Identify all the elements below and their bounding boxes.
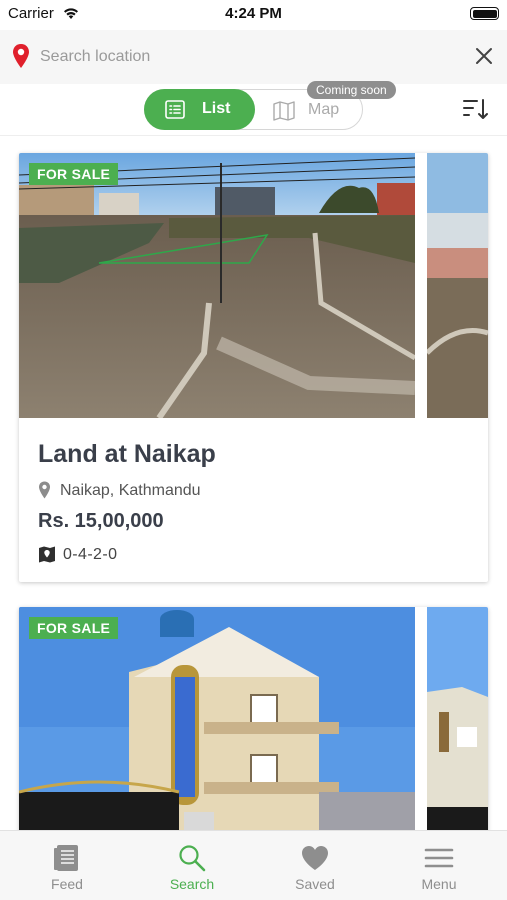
listing-photo-next[interactable] xyxy=(427,607,488,830)
sort-icon[interactable] xyxy=(463,98,489,120)
clock: 4:24 PM xyxy=(225,5,282,22)
tab-menu[interactable]: Menu xyxy=(376,831,502,900)
tab-feed[interactable]: Feed xyxy=(4,831,130,900)
tab-saved-label: Saved xyxy=(295,876,335,892)
listing-location: Naikap, Kathmandu xyxy=(60,482,201,499)
for-sale-badge: FOR SALE xyxy=(29,163,119,185)
status-bar: Carrier 4:24 PM xyxy=(0,0,507,28)
listing-area: 0-4-2-0 xyxy=(63,546,118,563)
tab-menu-label: Menu xyxy=(421,876,457,892)
listing-photo[interactable] xyxy=(19,607,415,830)
list-icon xyxy=(165,100,185,119)
for-sale-badge: FOR SALE xyxy=(29,617,119,639)
location-icon xyxy=(39,481,50,499)
tab-search-label: Search xyxy=(169,876,215,892)
feed-icon xyxy=(54,845,78,871)
listing-card[interactable]: FOR SALE xyxy=(19,607,488,830)
map-icon[interactable] xyxy=(273,101,295,121)
map-area-icon xyxy=(39,546,55,563)
listing-list[interactable]: FOR SALE Land at Naikap Naikap, Kathmand… xyxy=(0,136,507,830)
coming-soon-badge: Coming soon xyxy=(307,81,396,99)
listing-card[interactable]: FOR SALE Land at Naikap Naikap, Kathmand… xyxy=(19,153,488,582)
tab-saved[interactable]: Saved xyxy=(252,831,378,900)
battery-icon xyxy=(470,7,499,20)
close-icon[interactable] xyxy=(474,46,494,66)
list-view-label: List xyxy=(202,100,231,117)
map-view-label[interactable]: Map xyxy=(308,101,339,119)
listing-title[interactable]: Land at Naikap xyxy=(38,440,216,469)
listing-photo[interactable] xyxy=(19,153,415,418)
heart-icon xyxy=(302,846,328,870)
location-pin-icon xyxy=(13,44,29,68)
view-toggle-row: List Map Coming soon xyxy=(0,81,507,136)
search-bar xyxy=(0,30,507,84)
tab-feed-label: Feed xyxy=(51,876,83,892)
listing-price: Rs. 15,00,000 xyxy=(38,510,164,532)
search-location-input[interactable] xyxy=(40,44,440,70)
listing-photo-next[interactable] xyxy=(427,153,488,418)
hamburger-icon xyxy=(424,848,454,868)
bottom-tab-bar: Feed Search Saved Menu xyxy=(0,830,507,900)
tab-search[interactable]: Search xyxy=(129,831,255,900)
search-icon xyxy=(179,845,206,872)
list-view-button[interactable]: List xyxy=(144,89,255,130)
